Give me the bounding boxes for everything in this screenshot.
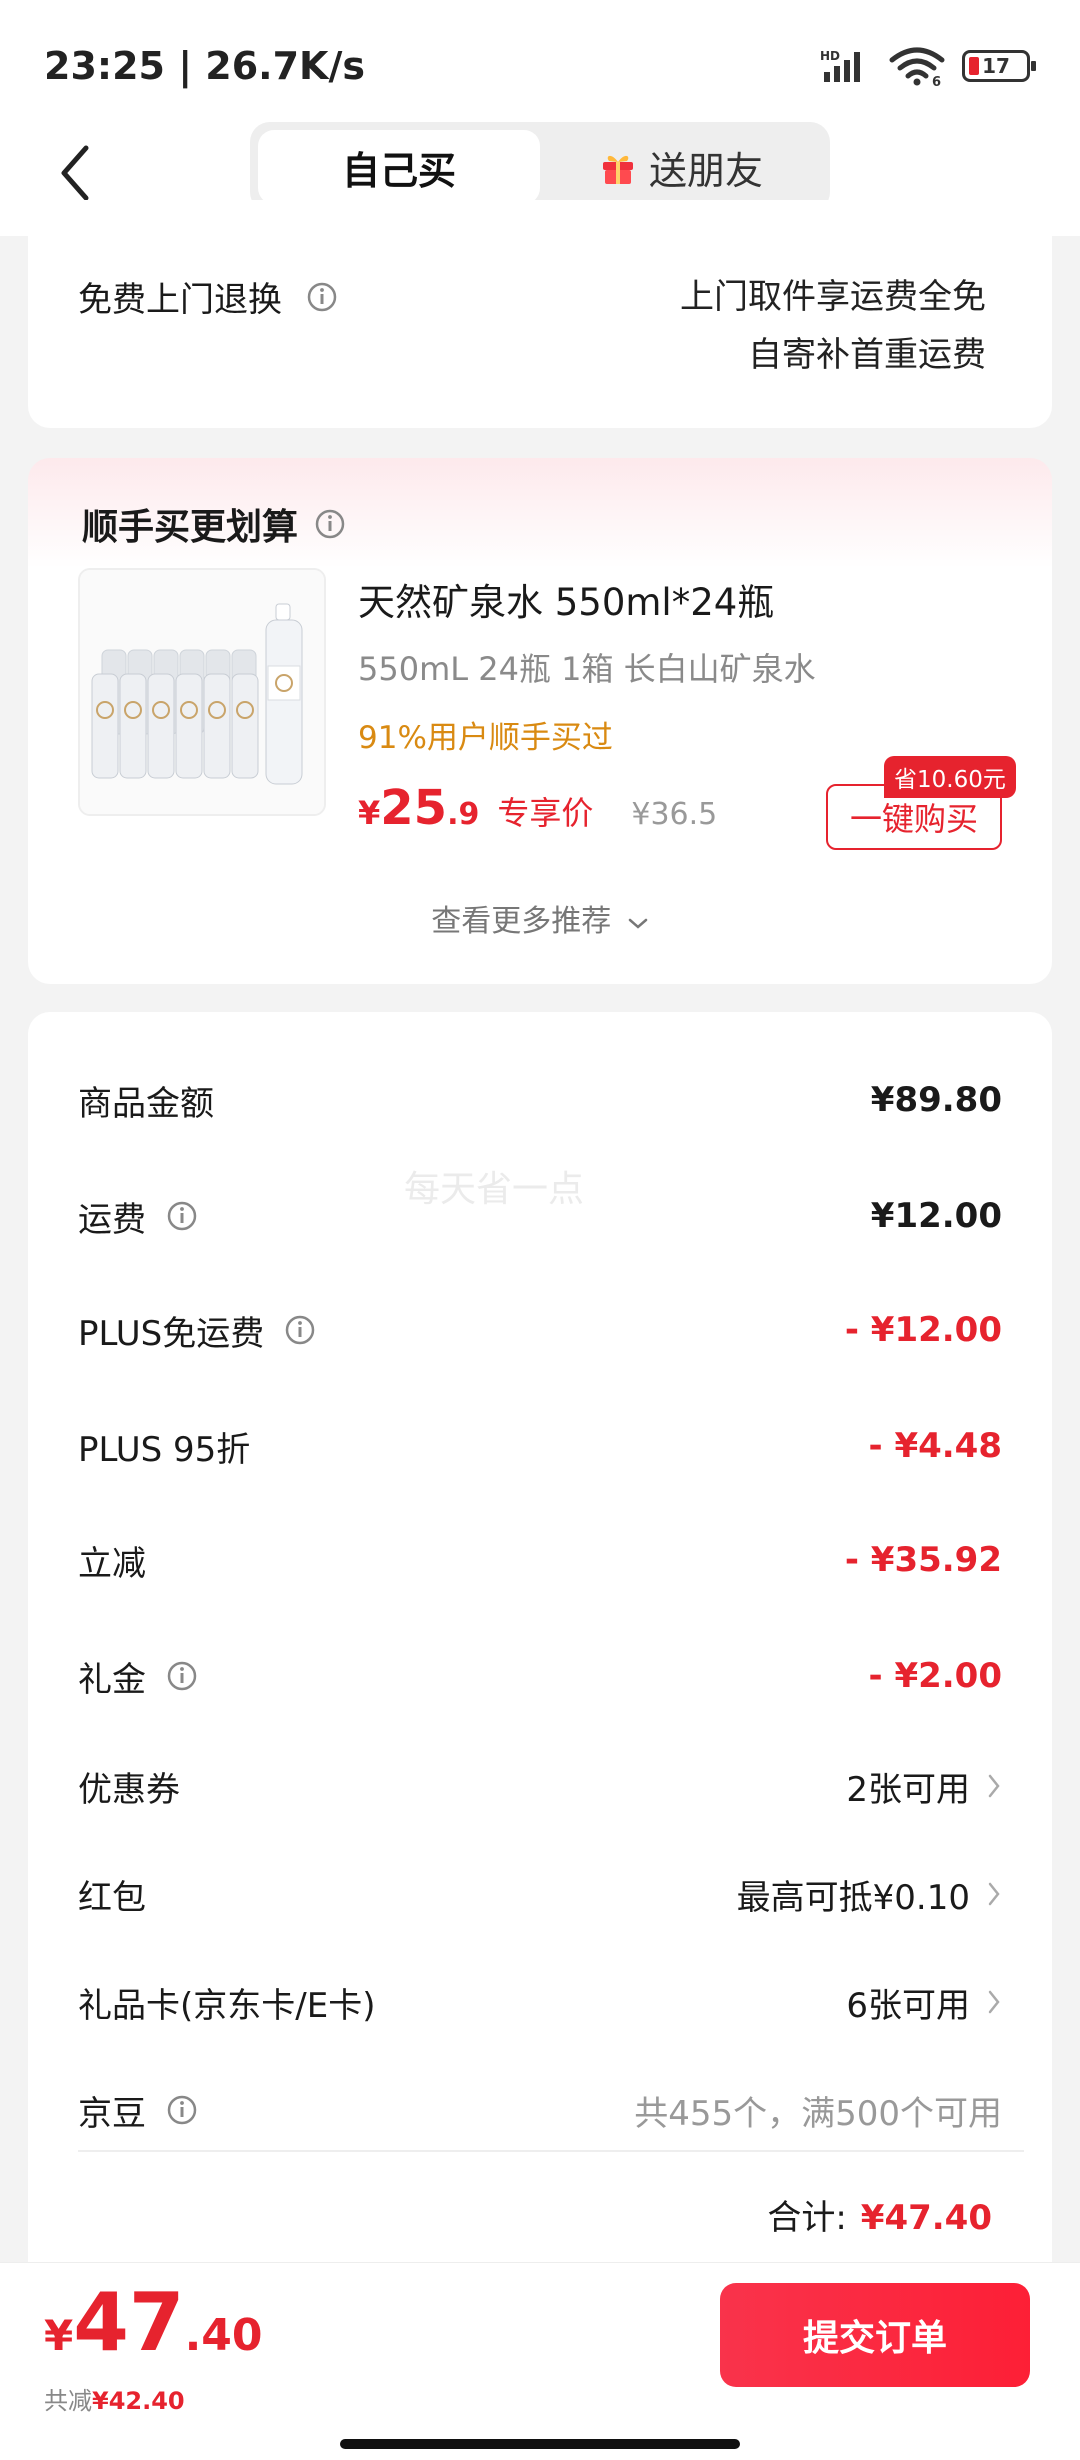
chevron-right-icon: [988, 1882, 1000, 1906]
info-icon[interactable]: [166, 1660, 198, 1692]
submit-order-button[interactable]: 提交订单: [720, 2283, 1030, 2387]
cost-row-instant-discount: 立减 - ¥35.92: [78, 1530, 1002, 1590]
cost-label: 京豆: [78, 2093, 146, 2134]
back-button[interactable]: [52, 138, 112, 208]
cost-summary-card: 每天省一点 商品金额 ¥89.80 运费 ¥12.00 PLUS免运费 - ¥1…: [28, 1012, 1052, 2292]
wifi-tag: 6: [932, 75, 941, 86]
total-saved: 共减¥42.40: [44, 2381, 185, 2416]
cost-label: 礼品卡(京东卡/E卡): [78, 1985, 376, 2026]
info-icon[interactable]: [314, 508, 346, 540]
cost-label: 红包: [78, 1877, 146, 1918]
total-value: ¥47.40: [860, 2198, 992, 2238]
cost-value: ¥89.80: [870, 1080, 1002, 1120]
cost-row-plus-discount: PLUS 95折 - ¥4.48: [78, 1416, 1002, 1476]
price-symbol: ¥: [358, 794, 381, 832]
cost-value: 6张可用: [846, 1985, 970, 2026]
signal-icon: HD: [820, 49, 860, 82]
more-recommendations-label: 查看更多推荐: [431, 904, 612, 939]
cost-value: - ¥2.00: [868, 1656, 1003, 1696]
chevron-right-icon: [988, 1990, 1000, 2014]
cost-row-gift-card[interactable]: 礼品卡(京东卡/E卡) 6张可用: [78, 1972, 1002, 2032]
price-integer: 25: [380, 780, 448, 836]
cost-value: 2张可用: [846, 1769, 970, 1810]
product-thumbnail[interactable]: [78, 568, 326, 816]
status-icons: HD 6 17: [820, 46, 1036, 86]
cost-label: 立减: [78, 1543, 146, 1584]
return-service-card: 免费上门退换 上门取件享运费全免 自寄补首重运费: [28, 200, 1052, 428]
cost-value: 最高可抵¥0.10: [736, 1877, 970, 1918]
pay-symbol: ¥: [44, 2311, 74, 2360]
battery-level: 17: [982, 54, 1010, 78]
cost-value: - ¥4.48: [868, 1426, 1003, 1466]
recommend-card: 顺手买更划算 天然矿泉水 550ml*24瓶 550mL 24瓶 1箱 长白山矿…: [28, 458, 1052, 984]
cost-row-shipping: 运费 ¥12.00: [78, 1186, 1002, 1246]
buy-mode-switch: 自己买 送朋友: [250, 122, 830, 212]
cost-row-goods: 商品金额 ¥89.80: [78, 1070, 1002, 1130]
cost-label: 商品金额: [78, 1083, 214, 1124]
cost-row-jd-beans: 京豆 共455个，满500个可用: [78, 2080, 1002, 2140]
gift-icon: [602, 155, 633, 184]
tab-send-friend-label: 送朋友: [648, 148, 763, 193]
water-bottles-image: [80, 570, 324, 814]
cost-label: 运费: [78, 1199, 146, 1240]
original-price: ¥36.5: [631, 797, 718, 832]
cost-row-gift-money: 礼金 - ¥2.00: [78, 1646, 1002, 1706]
price-label: 专享价: [497, 794, 594, 832]
chevron-right-icon: [988, 1774, 1000, 1798]
info-icon[interactable]: [306, 281, 338, 313]
return-line-2: 自寄补首重运费: [748, 335, 986, 375]
product-price: ¥ 25 .9 专享价 ¥36.5: [358, 780, 717, 836]
cost-row-coupons[interactable]: 优惠券 2张可用: [78, 1756, 1002, 1816]
cost-value: - ¥35.92: [844, 1540, 1002, 1580]
return-service-desc: 上门取件享运费全免 自寄补首重运费: [680, 268, 986, 384]
recommend-title-label: 顺手买更划算: [82, 507, 299, 548]
cost-label: 优惠券: [78, 1769, 180, 1810]
divider: [78, 2150, 1024, 2152]
info-icon[interactable]: [166, 1200, 198, 1232]
saved-label: 共减: [44, 2387, 92, 2415]
wifi-icon: 6: [889, 47, 945, 86]
pay-decimal: .40: [184, 2310, 263, 2361]
home-indicator[interactable]: [340, 2439, 740, 2449]
cost-value: ¥12.00: [870, 1196, 1002, 1236]
battery-icon: 17: [962, 50, 1036, 82]
return-service-label: 免费上门退换: [78, 280, 282, 320]
cost-label: 礼金: [78, 1659, 146, 1700]
total-label: 合计:: [767, 2198, 847, 2238]
pay-integer: 47: [73, 2276, 185, 2369]
product-spec: 550mL 24瓶 1箱 长白山矿泉水: [358, 650, 816, 688]
checkout-bar: ¥ 47 .40 共减¥42.40 提交订单: [0, 2262, 1080, 2460]
info-icon[interactable]: [166, 2094, 198, 2126]
price-decimal: .9: [447, 797, 480, 832]
return-service-title: 免费上门退换: [78, 272, 338, 321]
back-arrow-icon: [61, 145, 89, 201]
recommend-title: 顺手买更划算: [82, 498, 346, 550]
more-recommendations-link[interactable]: 查看更多推荐: [28, 896, 1052, 940]
save-badge: 省10.60元: [884, 756, 1016, 798]
cost-row-plus-free-shipping: PLUS免运费 - ¥12.00: [78, 1300, 1002, 1360]
cost-label: PLUS免运费: [78, 1313, 265, 1354]
product-name[interactable]: 天然矿泉水 550ml*24瓶: [358, 572, 774, 626]
cost-label: PLUS 95折: [78, 1429, 251, 1470]
tab-send-friend[interactable]: 送朋友: [540, 130, 822, 204]
network-label: HD: [820, 49, 840, 63]
return-line-1: 上门取件享运费全免: [680, 277, 986, 317]
cost-value: 共455个，满500个可用: [634, 2093, 1002, 2134]
status-time: 23:25 | 26.7K/s: [44, 44, 365, 88]
total-row: 合计: ¥47.40: [767, 2190, 992, 2239]
pay-amount: ¥ 47 .40: [44, 2283, 263, 2363]
chevron-down-icon: [628, 918, 648, 929]
tab-buy-self-label: 自己买: [341, 148, 456, 193]
saved-value: ¥42.40: [92, 2387, 185, 2415]
cost-row-red-packet[interactable]: 红包 最高可抵¥0.10: [78, 1864, 1002, 1924]
tab-buy-self[interactable]: 自己买: [258, 130, 540, 204]
cost-value: - ¥12.00: [844, 1310, 1002, 1350]
product-popularity-tag: 91%用户顺手买过: [358, 720, 613, 756]
info-icon[interactable]: [284, 1314, 316, 1346]
